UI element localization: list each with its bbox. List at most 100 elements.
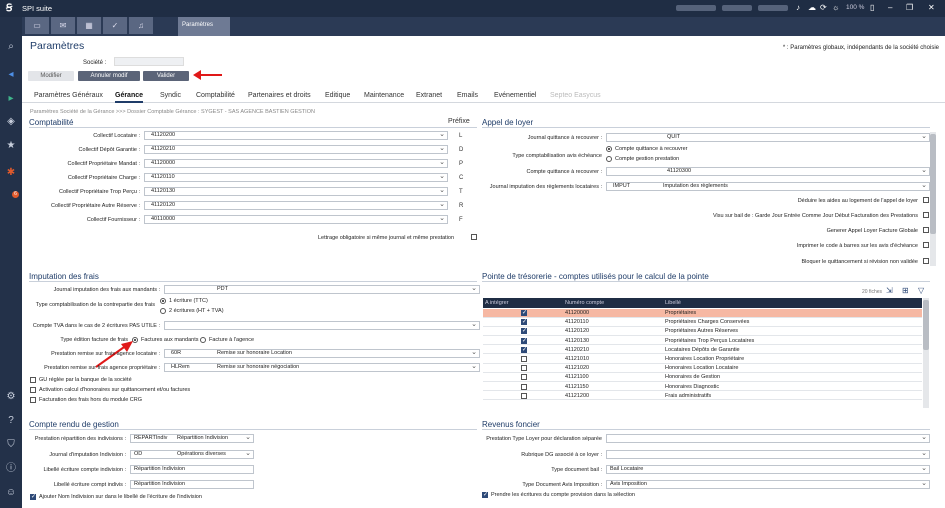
table-row[interactable]: 41121020 Honoraires Location Locataire [483,364,922,373]
scrollbar-thumb[interactable] [930,134,936,234]
annuler-modif-button[interactable]: Annuler modif [78,71,140,81]
type-avis-imposition-select[interactable]: Avis Imposition ⌄ [606,480,930,489]
scrollbar-top[interactable] [930,132,936,266]
tab-emails[interactable]: Emails [457,92,478,99]
tab-partenaires[interactable]: Partenaires et droits [248,92,311,99]
row-integrer-checkbox[interactable] [521,365,527,372]
prendre-ecritures-checkbox[interactable] [482,491,488,498]
imput-select[interactable]: IMPUT Imputation des règlements ⌄ [606,182,930,191]
collectif-depot-select[interactable]: 41120210 ⌄ [144,145,448,154]
document-icon[interactable]: ▯ [870,3,874,12]
info-icon[interactable]: ⓘ [5,463,17,475]
row-integrer-checkbox[interactable] [521,374,527,381]
imprimer-code-checkbox[interactable] [923,242,929,248]
share-icon[interactable]: ◈ [5,116,17,128]
tab-syndic[interactable]: Syndic [160,92,181,99]
minimize-icon[interactable]: – [888,3,892,12]
row-integrer-checkbox[interactable] [521,356,527,362]
tab-calendar-icon[interactable]: ▦ [77,17,101,34]
back-icon[interactable]: ◂ [5,69,17,81]
row-integrer-checkbox[interactable] [521,383,527,390]
table-row[interactable]: 41121200 Frais administratifs [483,392,922,401]
row-integrer-checkbox[interactable] [521,392,527,399]
modifier-button[interactable]: Modifier [28,71,74,81]
restore-icon[interactable]: ❐ [906,3,913,12]
rubrique-dg-select[interactable]: ⌄ [606,450,930,459]
libelle-indivision-input[interactable]: Répartition Indivision [130,465,254,474]
close-icon[interactable]: ✕ [928,3,935,12]
ajouter-nom-checkbox[interactable] [30,493,36,500]
tab-parametres[interactable]: Paramètres [178,17,230,36]
tab-gerance[interactable]: Gérance [115,92,144,103]
compte-tva-select[interactable]: ⌄ [164,321,480,330]
journal-frais-select[interactable]: PDT ⌄ [164,285,480,294]
row-integrer-checkbox[interactable] [521,346,527,353]
settings-icon[interactable]: ⚙ [5,391,17,403]
prestation-type-loyer-select[interactable]: ⌄ [606,434,930,443]
forward-icon[interactable]: ▸ [5,93,17,105]
collectif-trop-percu-select[interactable]: 41120130 ⌄ [144,187,448,196]
radio-1-ecriture[interactable] [160,298,166,304]
row-integrer-checkbox[interactable] [521,337,527,344]
generer-appel-checkbox[interactable] [923,227,929,233]
add-icon[interactable]: ⊞ [902,286,909,295]
col-numero-compte[interactable]: Numéro compte [565,300,604,306]
rep-indivision-select[interactable]: REPARTIndiv Répartition Indivision ⌄ [130,434,254,443]
grid-scrollbar[interactable] [923,298,929,408]
shield-icon[interactable]: ⛉ [5,439,17,451]
table-row[interactable]: 41121010 Honoraires Location Propriétaire [483,355,922,364]
table-row[interactable]: 41120110 Propriétaires Charges Conservées [483,318,922,327]
search-icon[interactable]: ⌕ [5,41,17,53]
col-a-integrer[interactable]: A intégrer [485,300,509,306]
facturation-hors-crg-checkbox[interactable] [30,397,36,403]
row-integrer-checkbox[interactable] [521,327,527,335]
sync-icon[interactable]: ⟳ [820,3,827,12]
bell-icon[interactable]: ♪ [796,3,800,12]
deduire-aides-checkbox[interactable] [923,197,929,203]
filter-icon[interactable]: ▽ [918,286,924,295]
table-row[interactable]: 41120130 Propriétaires Trop Perçus Locata… [483,337,922,346]
table-row[interactable]: 41120000 Propriétaires [483,309,922,318]
tab-comptabilite[interactable]: Comptabilité [196,92,235,99]
tab-parametres-generaux[interactable]: Paramètres Généraux [34,92,103,99]
radio-facture-agence[interactable] [200,337,206,343]
collectif-fournisseur-select[interactable]: 40110000 ⌄ [144,215,448,224]
tab-bell-icon[interactable]: ♫ [129,17,153,34]
cloud-icon[interactable]: ☁ [808,3,816,12]
valider-button[interactable]: Valider [143,71,189,81]
gu-checkbox[interactable] [30,377,36,383]
tab-extranet[interactable]: Extranet [416,92,442,99]
user-icon[interactable]: ☺ [5,487,17,499]
row-integrer-checkbox[interactable] [521,318,527,326]
table-row[interactable]: 41120120 Propriétaires Autres Réserves [483,327,922,336]
lettrage-checkbox[interactable] [471,234,477,240]
col-libelle[interactable]: Libellé [665,300,681,306]
export-icon[interactable]: ⇲ [886,286,893,295]
journal-quittance-select[interactable]: QUIT ⌄ [606,133,930,142]
remise-locataire-select[interactable]: 60R Remise sur honoraire Location ⌄ [164,349,480,358]
tab-mail-icon[interactable]: ✉ [51,17,75,34]
activation-calcul-checkbox[interactable] [30,387,36,393]
star-icon[interactable]: ★ [5,140,17,152]
grid-scrollbar-thumb[interactable] [923,300,929,350]
journal-indivision-select[interactable]: OD Opérations diverses ⌄ [130,450,254,459]
tab-check-icon[interactable]: ✓ [103,17,127,34]
collectif-proprietaire-charge-select[interactable]: 41120110 ⌄ [144,173,448,182]
table-row[interactable]: 41121100 Honoraires de Gestion [483,373,922,382]
tab-stack-icon[interactable]: ▭ [25,17,49,34]
collectif-proprietaire-mandat-select[interactable]: 41120000 ⌄ [144,159,448,168]
compte-quittance-select[interactable]: 41120300 ⌄ [606,167,930,176]
remise-proprietaire-select[interactable]: HLRem Remise sur honoraire négociation ⌄ [164,363,480,372]
tab-maintenance[interactable]: Maintenance [364,92,404,99]
collectif-locataire-select[interactable]: 41120200 ⌄ [144,131,448,140]
brightness-icon[interactable]: ☼ [832,3,839,12]
bloquer-quittancement-checkbox[interactable] [923,258,929,264]
type-document-bail-select[interactable]: Bail Locataire ⌄ [606,465,930,474]
row-integrer-checkbox[interactable] [521,309,527,316]
radio-compte-quittance[interactable] [606,146,612,152]
help-icon[interactable]: ? [5,415,17,427]
libelle-indivis-input[interactable]: Répartition Indivision [130,480,254,489]
table-row[interactable]: 41120210 Locataires Dépôts de Garantie [483,346,922,355]
collectif-autre-reserve-select[interactable]: 41120120 ⌄ [144,201,448,210]
tab-editique[interactable]: Editique [325,92,350,99]
